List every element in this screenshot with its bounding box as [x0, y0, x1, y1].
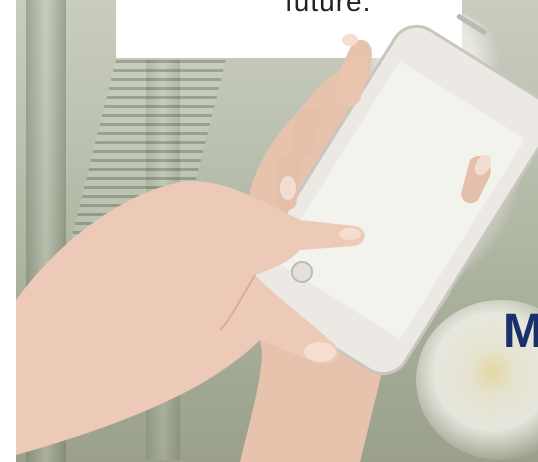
fingernail — [342, 34, 358, 46]
fingernail — [304, 342, 336, 362]
hands-holding-phone-illustration — [16, 14, 538, 462]
home-button-icon — [291, 261, 313, 283]
pointing-fingernail — [339, 228, 361, 240]
hero-banner: future. M — [0, 0, 538, 462]
side-heading-fragment: M — [503, 305, 538, 358]
